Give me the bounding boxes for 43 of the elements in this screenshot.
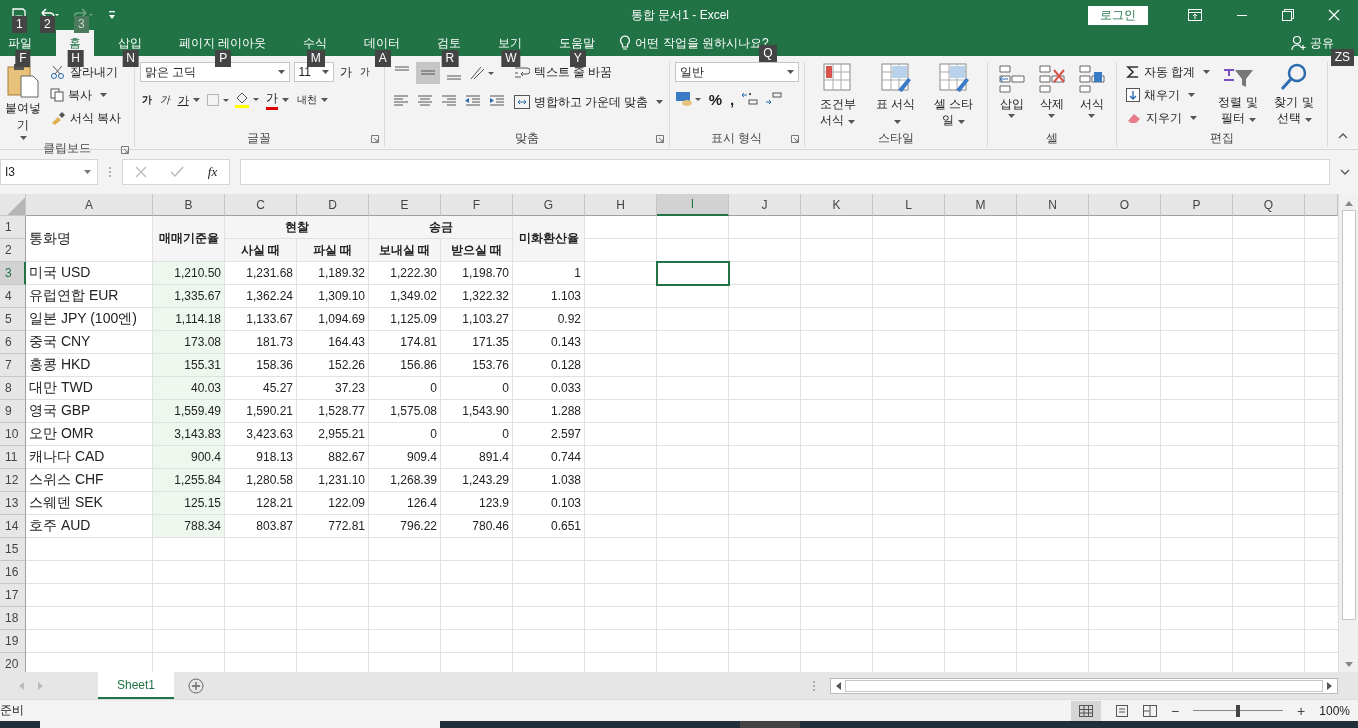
keytip-tooltip: Q <box>759 45 777 62</box>
keytip-tooltip: M <box>306 50 325 67</box>
table-cell: 보내실 때 <box>369 239 441 262</box>
table-cell: 1,559.49 <box>153 400 225 423</box>
group-label: 표시 형식 <box>711 129 763 147</box>
keytip-tooltip: 1 <box>12 16 27 33</box>
group-label: 스타일 <box>877 129 914 147</box>
table-cell: 1,335.67 <box>153 285 225 308</box>
keytip-tooltip: P <box>215 50 232 67</box>
keytip-tooltip: W <box>501 50 521 67</box>
keytip-tooltip: ZS <box>1330 49 1354 66</box>
table-cell: 1,114.18 <box>153 308 225 331</box>
table-cell: 사실 때 <box>225 239 297 262</box>
group-label: 편집 <box>1209 129 1234 147</box>
keytip-tooltip: R <box>441 50 459 67</box>
keytip-tooltip: 3 <box>74 16 89 33</box>
keytip-tooltip: N <box>122 50 139 67</box>
group-label: 맞춤 <box>514 129 539 147</box>
table-cell: 현찰 <box>225 216 369 239</box>
table-cell: 매매기준율 <box>153 216 225 262</box>
table-cell: 40.03 <box>153 377 225 400</box>
table-cell: 125.15 <box>153 492 225 515</box>
table-cell: 송금 <box>369 216 513 239</box>
table-cell: 받으실 때 <box>441 239 513 262</box>
table-cell: 1,210.50 <box>153 262 225 285</box>
table-cell: 155.31 <box>153 354 225 377</box>
table-cell: 1,255.84 <box>153 469 225 492</box>
keytip-tooltip: 2 <box>40 16 55 33</box>
table-cell: 788.34 <box>153 515 225 538</box>
keytip-tooltip: F <box>15 50 31 67</box>
table-cell: 3,143.83 <box>153 423 225 446</box>
group-label: 셀 <box>1045 129 1058 147</box>
keytip-tooltip: A <box>374 50 391 67</box>
table-cell: 173.08 <box>153 331 225 354</box>
group-label: 클립보드 <box>42 140 91 157</box>
table-cell: 미화환산율 <box>513 216 585 262</box>
group-label: 글꼴 <box>247 129 272 147</box>
window-title: 통합 문서1 - Excel <box>630 6 730 24</box>
table-cell: 파실 때 <box>297 239 369 262</box>
keytip-tooltip: Y <box>569 50 586 67</box>
status-text: 준비 <box>0 702 24 719</box>
table-cell: 900.4 <box>153 446 225 469</box>
keytip-tooltip: H <box>67 50 84 67</box>
